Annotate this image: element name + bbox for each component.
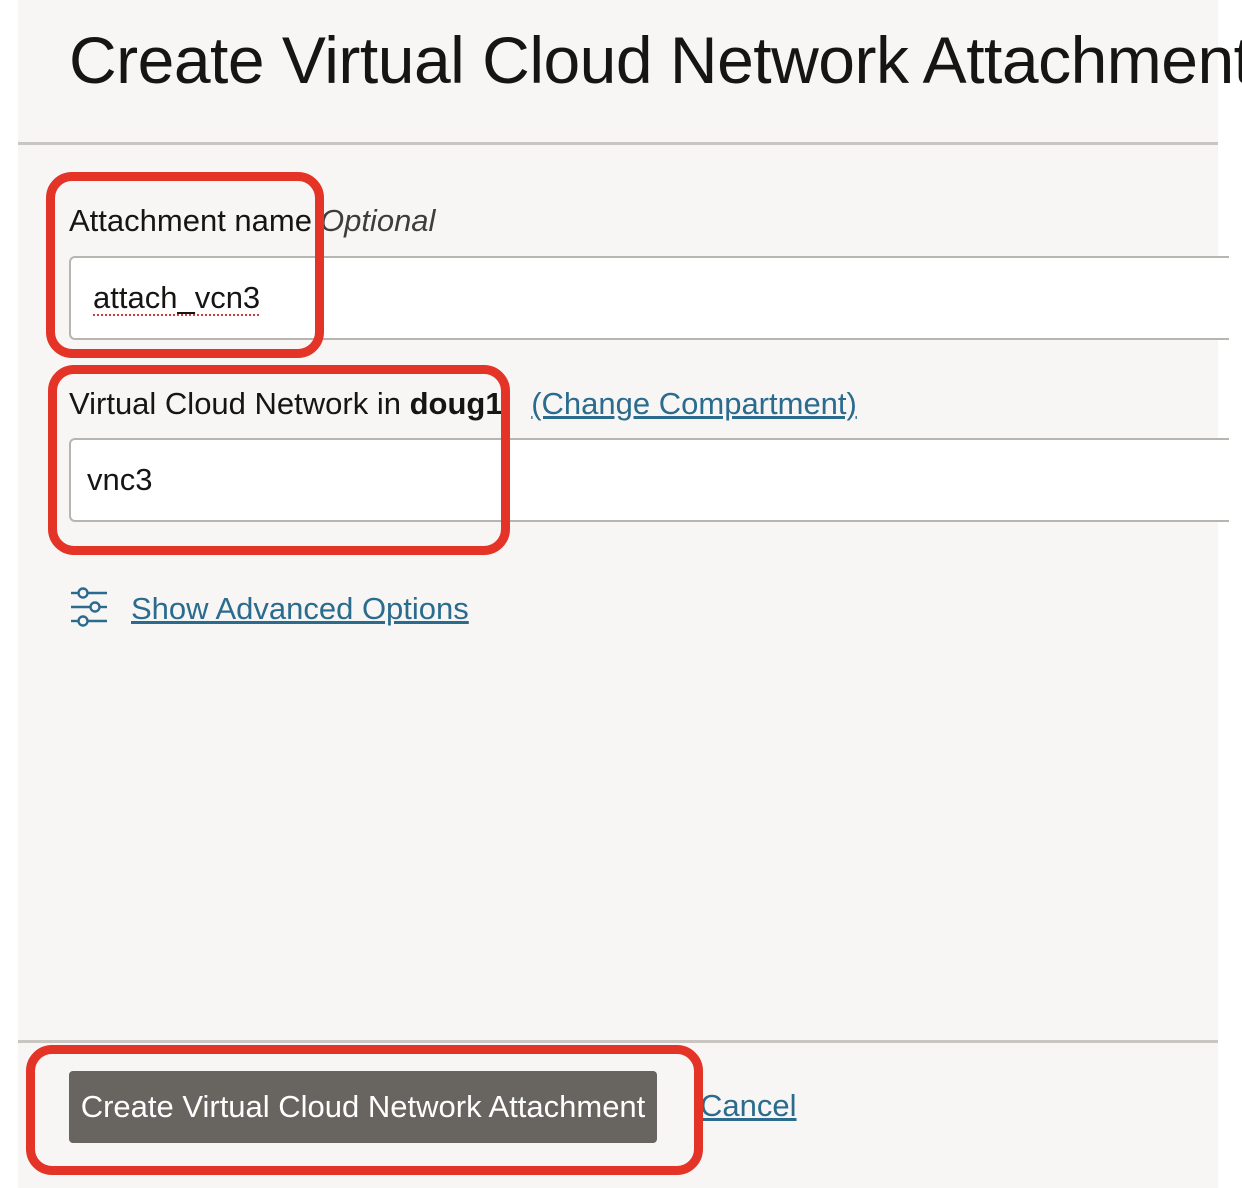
show-advanced-options[interactable]: Show Advanced Options [69,586,469,632]
vcn-select[interactable]: vnc3 [69,438,1229,522]
footer-divider [18,1040,1218,1043]
sliders-icon [69,585,109,634]
cancel-link[interactable]: Cancel [700,1088,797,1124]
attachment-name-label: Attachment name Optional [69,203,435,239]
create-vcn-attachment-panel: Create Virtual Cloud Network Attachment … [18,0,1242,1188]
optional-hint: Optional [319,203,436,238]
change-compartment-link[interactable]: (Change Compartment) [531,386,857,421]
page-title: Create Virtual Cloud Network Attachment [69,23,1242,97]
attachment-name-value: attach_vcn3 [93,280,261,315]
panel-header: Create Virtual Cloud Network Attachment [18,0,1242,145]
show-advanced-options-link[interactable]: Show Advanced Options [131,591,469,627]
compartment-name: doug1 [409,386,503,421]
vcn-label-prefix: Virtual Cloud Network in [69,386,401,421]
attachment-name-label-text: Attachment name [69,203,312,238]
vcn-select-value: vnc3 [87,462,153,497]
vcn-label: Virtual Cloud Network in doug1 (Change C… [69,386,857,422]
attachment-name-input[interactable]: attach_vcn3 [69,256,1229,340]
create-vcn-attachment-button[interactable]: Create Virtual Cloud Network Attachment [69,1071,657,1143]
